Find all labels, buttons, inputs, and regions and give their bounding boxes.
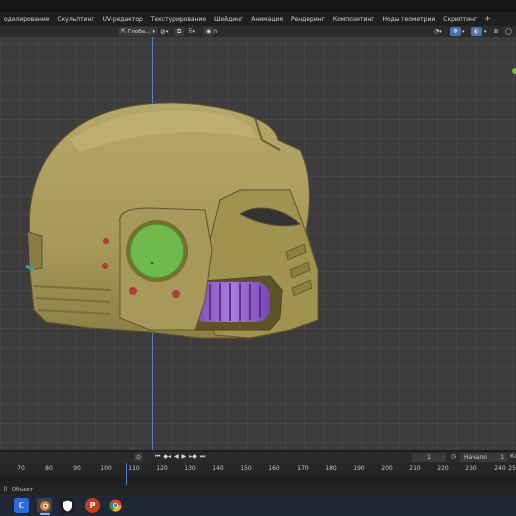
chevron-down-icon: ▾: [192, 28, 195, 35]
ruler-tick: 210: [409, 465, 421, 472]
tab-scripting[interactable]: Скриптинг: [439, 16, 481, 23]
start-frame-field[interactable]: Начало 1: [460, 453, 508, 462]
chrome-icon[interactable]: [108, 498, 123, 513]
tab-modeling[interactable]: оделирование: [0, 16, 53, 23]
active-app-indicator: [40, 513, 50, 515]
blender-icon[interactable]: [37, 498, 52, 513]
ruler-tick: 250: [508, 465, 516, 472]
3d-viewport[interactable]: [0, 37, 516, 450]
add-workspace-button[interactable]: +: [481, 15, 494, 23]
lens-center-dot: [150, 261, 154, 265]
solid-shading-icon: ◯: [505, 28, 512, 35]
playhead[interactable]: [126, 463, 127, 485]
gizmo-toggle[interactable]: ✥: [450, 27, 462, 36]
ruler-tick: 170: [297, 465, 309, 472]
tab-uv-editing[interactable]: UV-редактор: [99, 16, 147, 23]
ruler-tick: 200: [381, 465, 393, 472]
system-app-icon[interactable]: ℂ: [14, 498, 29, 513]
play-reverse-icon[interactable]: ◀: [174, 453, 179, 461]
xray-icon: ⧈: [494, 27, 498, 35]
chevron-down-icon: ▾: [462, 28, 465, 35]
xray-toggle[interactable]: ⧈: [494, 27, 498, 36]
helmet-model[interactable]: [0, 37, 516, 450]
curve-icon: ∩: [213, 28, 218, 35]
orientation-dropdown[interactable]: ⇱ Глоба… ▾: [118, 27, 159, 36]
tab-shading[interactable]: Шейдинг: [210, 16, 247, 23]
ruler-tick: 130: [184, 465, 196, 472]
jump-end-icon[interactable]: ⏭: [200, 453, 205, 461]
current-frame-value: 1: [427, 454, 431, 461]
side-lens-inner: [129, 223, 185, 279]
chevron-down-icon: ▾: [439, 28, 442, 35]
tab-geometry-nodes[interactable]: Ноды геометрии: [378, 16, 439, 23]
playback-controls: ⏮ ◆◂ ◀ ▶ ▸◆ ⏭: [155, 453, 205, 461]
snap-target-dropdown[interactable]: ⠿ ▾: [188, 27, 195, 36]
tab-compositing[interactable]: Композитинг: [329, 16, 379, 23]
tab-animation[interactable]: Анимация: [247, 16, 287, 23]
workspace-tabs: оделирование Скульптинг UV-редактор Текс…: [0, 12, 516, 26]
ruler-tick: 160: [268, 465, 280, 472]
ruler-tick: 150: [240, 465, 252, 472]
play-icon[interactable]: ▶: [182, 453, 187, 461]
ruler-tick: 100: [100, 465, 112, 472]
orientation-label: Глоба…: [128, 28, 151, 35]
ruler-tick: 220: [437, 465, 449, 472]
snap-icon: ⧉: [177, 27, 182, 35]
timeline-ruler[interactable]: 70 80 90 100 110 120 130 140 150 160 170…: [0, 463, 516, 476]
snap-toggle[interactable]: ⧉: [174, 27, 185, 36]
ruler-tick: 90: [73, 465, 81, 472]
transform-orientation-icon: ⇱: [121, 28, 127, 35]
ruler-tick: 120: [156, 465, 168, 472]
viewport-header: ⇱ Глоба… ▾ ⊘ ▾ ⧉ ⠿ ▾ ◉ ∩ ◔ ▾ ✥ ▾ ◐ ▾ ⧈ ◯: [0, 26, 516, 37]
record-button[interactable]: ⊙: [134, 453, 143, 462]
chevron-down-icon: ▾: [152, 28, 156, 35]
powerpoint-icon[interactable]: P: [85, 498, 100, 513]
ruler-tick: 80: [45, 465, 53, 472]
tab-sculpting[interactable]: Скульптинг: [53, 16, 98, 23]
start-frame-label: Начало: [464, 454, 487, 461]
gizmo-dropdown[interactable]: ▾: [462, 27, 465, 36]
start-frame-value: 1: [500, 454, 504, 461]
tab-texture-paint[interactable]: Текстурирование: [147, 16, 210, 23]
mouse-icon: ⌷: [4, 486, 8, 493]
rear-notch: [27, 231, 43, 271]
timeline-tracks[interactable]: [0, 476, 516, 485]
chevron-down-icon: ▾: [165, 28, 169, 35]
chevron-down-icon: ▾: [484, 28, 487, 35]
current-frame-field[interactable]: 1: [412, 453, 446, 462]
end-frame-label[interactable]: Ко: [510, 453, 516, 460]
shading-solid-button[interactable]: ◯: [505, 27, 512, 36]
overlays-toggle[interactable]: ◐: [471, 27, 483, 36]
os-taskbar: ℂ P: [0, 495, 516, 516]
shield-app-icon[interactable]: [60, 498, 75, 513]
top-bar-background: [0, 0, 516, 12]
pivot-dropdown[interactable]: ⊘ ▾: [160, 27, 168, 36]
ruler-tick: 180: [325, 465, 337, 472]
proportional-falloff-dropdown[interactable]: ∩: [213, 27, 217, 36]
ruler-tick: 230: [465, 465, 477, 472]
next-keyframe-icon[interactable]: ▸◆: [189, 453, 197, 461]
ruler-tick: 140: [212, 465, 224, 472]
record-icon: ⊙: [135, 454, 142, 461]
ruler-tick: 110: [128, 465, 140, 472]
ruler-tick: 70: [17, 465, 25, 472]
tab-rendering[interactable]: Рендеринг: [287, 16, 329, 23]
overlays-dropdown[interactable]: ▾: [484, 27, 487, 36]
status-bar: ⌷ Объект: [0, 485, 516, 495]
proportional-icon: ◉: [206, 28, 212, 35]
visibility-dropdown[interactable]: ◔ ▾: [434, 27, 442, 36]
timeline-header: ⊙ ⏮ ◆◂ ◀ ▶ ▸◆ ⏭ 1 ◷ Начало 1 Ко: [0, 452, 516, 463]
status-mode-label: Объект: [11, 487, 34, 493]
jump-start-icon[interactable]: ⏮: [155, 453, 160, 461]
clock-icon: ◷: [451, 453, 457, 460]
ruler-tick: 190: [353, 465, 365, 472]
prev-keyframe-icon[interactable]: ◆◂: [163, 453, 171, 461]
ruler-tick: 240: [494, 465, 506, 472]
gizmo-icon: ✥: [453, 28, 459, 35]
overlays-icon: ◐: [474, 28, 480, 35]
